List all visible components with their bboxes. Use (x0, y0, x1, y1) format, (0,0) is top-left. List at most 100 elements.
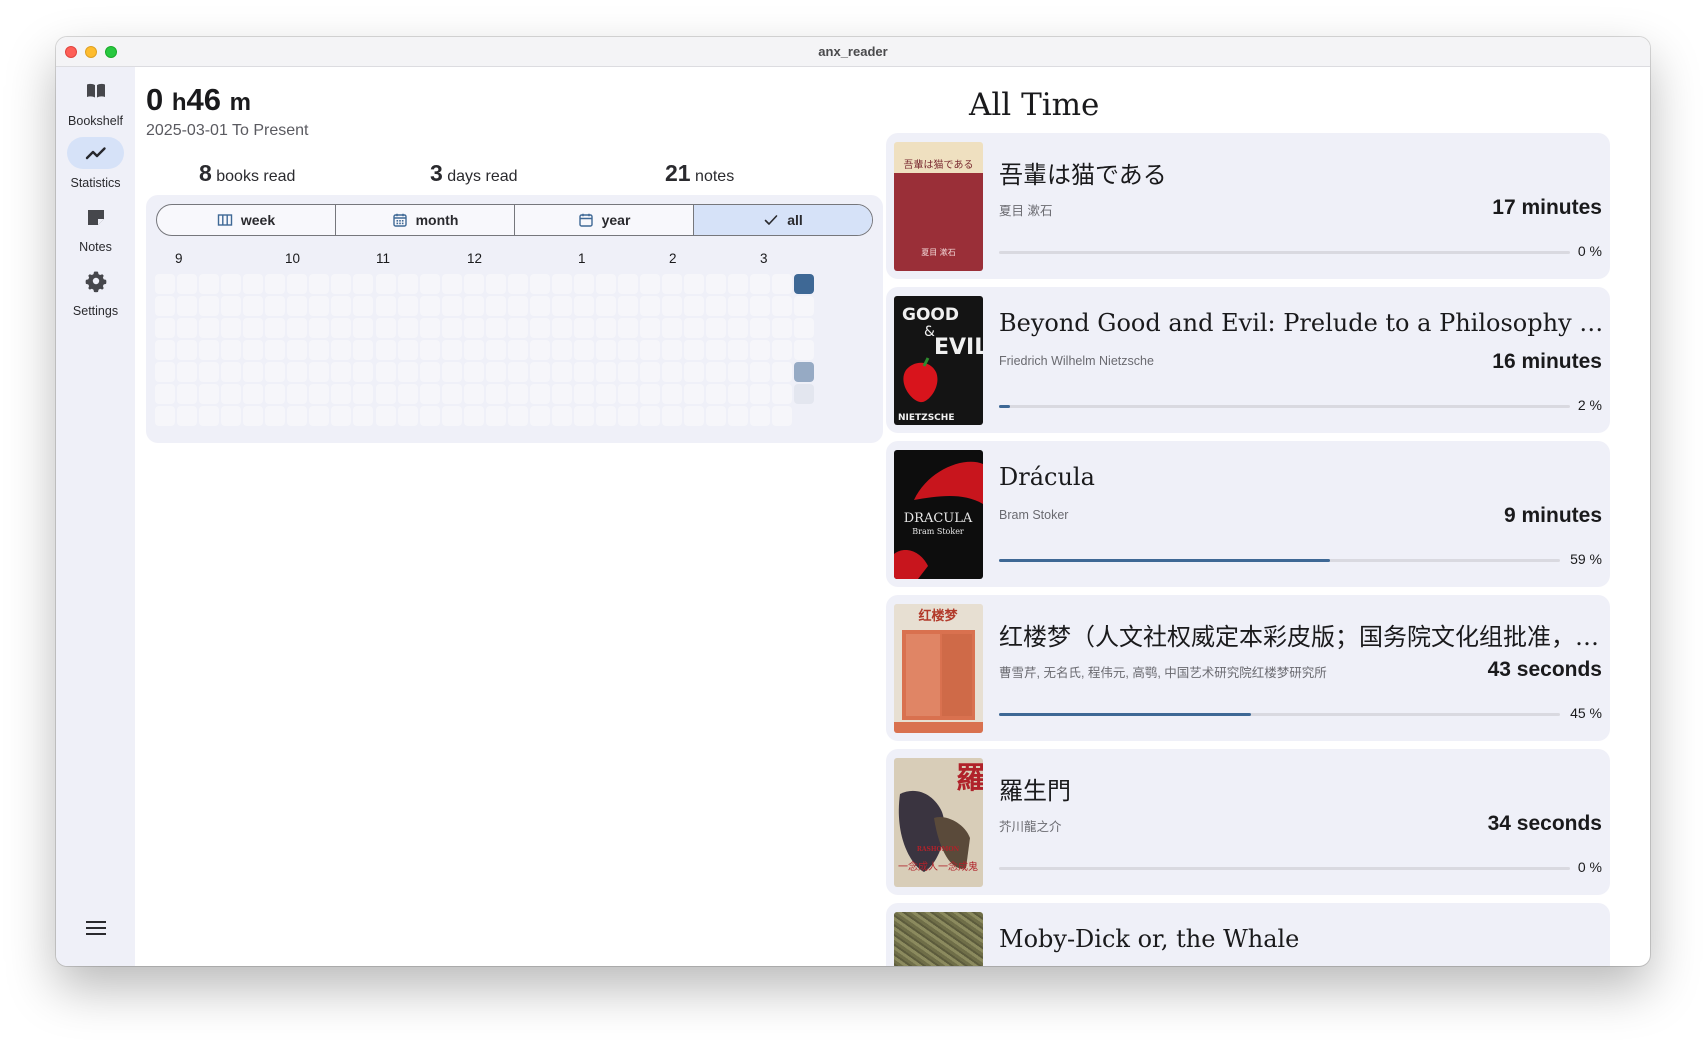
heatmap-day-cell[interactable] (309, 296, 330, 317)
heatmap-day-cell[interactable] (573, 318, 594, 339)
heatmap-day-cell[interactable] (221, 318, 242, 339)
heatmap-day-cell[interactable] (573, 274, 594, 294)
heatmap-day-cell[interactable] (551, 340, 572, 361)
heatmap-day-cell[interactable] (529, 384, 550, 405)
heatmap-day-cell[interactable] (419, 362, 440, 383)
heatmap-day-cell[interactable] (772, 318, 793, 339)
heatmap-day-cell[interactable] (596, 384, 616, 405)
heatmap-day-cell[interactable] (309, 406, 330, 427)
heatmap-day-cell[interactable] (243, 362, 264, 383)
heatmap-day-cell[interactable] (485, 340, 506, 361)
heatmap-day-cell[interactable] (573, 406, 594, 427)
heatmap-day-cell[interactable] (662, 296, 683, 317)
heatmap-day-cell[interactable] (397, 274, 418, 294)
heatmap-day-cell[interactable] (287, 340, 308, 361)
sidebar-item-bookshelf[interactable]: Bookshelf (56, 73, 135, 135)
heatmap-day-cell[interactable] (529, 406, 550, 427)
tab-all[interactable]: all (694, 205, 872, 235)
heatmap-day-cell[interactable] (419, 340, 440, 361)
heatmap-day-cell[interactable] (684, 340, 705, 361)
heatmap-day-cell[interactable] (199, 340, 220, 361)
heatmap-day-cell[interactable] (309, 274, 330, 294)
heatmap-day-cell[interactable] (794, 340, 815, 361)
heatmap-day-cell[interactable] (419, 274, 440, 294)
heatmap-day-cell[interactable] (640, 340, 661, 361)
heatmap-day-cell[interactable] (287, 406, 308, 427)
heatmap-day-cell[interactable] (618, 318, 639, 339)
heatmap-day-cell[interactable] (772, 406, 793, 427)
tab-year[interactable]: year (515, 205, 694, 235)
heatmap-day-cell[interactable] (177, 274, 198, 294)
book-card[interactable]: Moby-Dick or, the Whale (886, 903, 1610, 966)
heatmap-day-cell[interactable] (750, 340, 771, 361)
heatmap-day-cell[interactable] (397, 340, 418, 361)
heatmap-day-cell[interactable] (155, 296, 175, 317)
heatmap-day-cell[interactable] (463, 362, 484, 383)
heatmap-day-cell[interactable] (419, 318, 440, 339)
heatmap-day-cell[interactable] (353, 362, 374, 383)
heatmap-day-cell[interactable] (441, 362, 462, 383)
heatmap-day-cell[interactable] (662, 318, 683, 339)
heatmap-day-cell[interactable] (596, 406, 616, 427)
tab-week[interactable]: week (157, 205, 336, 235)
heatmap-day-cell[interactable] (221, 384, 242, 405)
heatmap-day-cell[interactable] (551, 274, 572, 294)
heatmap-day-cell[interactable] (750, 274, 771, 294)
heatmap-day-cell[interactable] (199, 296, 220, 317)
heatmap-day-cell[interactable] (728, 406, 749, 427)
heatmap-day-cell[interactable] (265, 362, 286, 383)
heatmap-day-cell[interactable] (243, 318, 264, 339)
heatmap-day-cell[interactable] (463, 318, 484, 339)
tab-month[interactable]: month (336, 205, 515, 235)
heatmap-day-cell[interactable] (485, 296, 506, 317)
heatmap-day-cell[interactable] (353, 296, 374, 317)
heatmap-day-cell[interactable] (706, 384, 727, 405)
heatmap-day-cell[interactable] (155, 340, 175, 361)
heatmap-day-cell[interactable] (463, 340, 484, 361)
heatmap-day-cell[interactable] (485, 362, 506, 383)
heatmap-day-cell[interactable] (706, 296, 727, 317)
heatmap-day-cell[interactable] (309, 384, 330, 405)
heatmap-day-cell[interactable] (794, 296, 815, 317)
heatmap-day-cell[interactable] (331, 384, 352, 405)
heatmap-day-cell[interactable] (397, 384, 418, 405)
heatmap-day-cell[interactable] (397, 318, 418, 339)
heatmap-day-cell[interactable] (551, 362, 572, 383)
heatmap-day-cell[interactable] (419, 406, 440, 427)
heatmap-day-cell[interactable] (199, 406, 220, 427)
heatmap-day-cell[interactable] (706, 274, 727, 294)
heatmap-day-cell[interactable] (772, 296, 793, 317)
heatmap-day-cell[interactable] (706, 362, 727, 383)
heatmap-day-cell[interactable] (397, 296, 418, 317)
heatmap-day-cell[interactable] (221, 296, 242, 317)
heatmap-day-cell[interactable] (155, 362, 175, 383)
heatmap-day-cell[interactable] (265, 296, 286, 317)
heatmap-day-cell[interactable] (772, 384, 793, 405)
heatmap-day-cell[interactable] (287, 296, 308, 317)
heatmap-day-cell[interactable] (750, 296, 771, 317)
heatmap-day-cell[interactable] (485, 274, 506, 294)
heatmap-day-cell[interactable] (441, 406, 462, 427)
heatmap-day-cell[interactable] (397, 406, 418, 427)
sidebar-item-notes[interactable]: Notes (56, 199, 135, 261)
heatmap-day-cell[interactable] (507, 362, 528, 383)
heatmap-day-cell[interactable] (441, 318, 462, 339)
heatmap-day-cell[interactable] (309, 362, 330, 383)
heatmap-day-cell[interactable] (640, 296, 661, 317)
heatmap-day-cell[interactable] (684, 274, 705, 294)
heatmap-day-cell[interactable] (265, 274, 286, 294)
heatmap-day-cell[interactable] (353, 340, 374, 361)
book-card[interactable]: GOOD & EVIL NIETZSCHE Beyond Good and Ev… (886, 287, 1610, 433)
heatmap-day-cell[interactable] (750, 318, 771, 339)
heatmap-day-cell[interactable] (529, 340, 550, 361)
heatmap-day-cell[interactable] (331, 362, 352, 383)
heatmap-day-cell[interactable] (750, 384, 771, 405)
heatmap-day-cell[interactable] (309, 340, 330, 361)
heatmap-day-cell[interactable] (265, 340, 286, 361)
heatmap-day-cell[interactable] (728, 318, 749, 339)
heatmap-day-cell[interactable] (441, 384, 462, 405)
heatmap-day-cell[interactable] (463, 406, 484, 427)
heatmap-day-cell[interactable] (794, 362, 815, 383)
heatmap-day-cell[interactable] (794, 318, 815, 339)
heatmap-day-cell[interactable] (706, 406, 727, 427)
